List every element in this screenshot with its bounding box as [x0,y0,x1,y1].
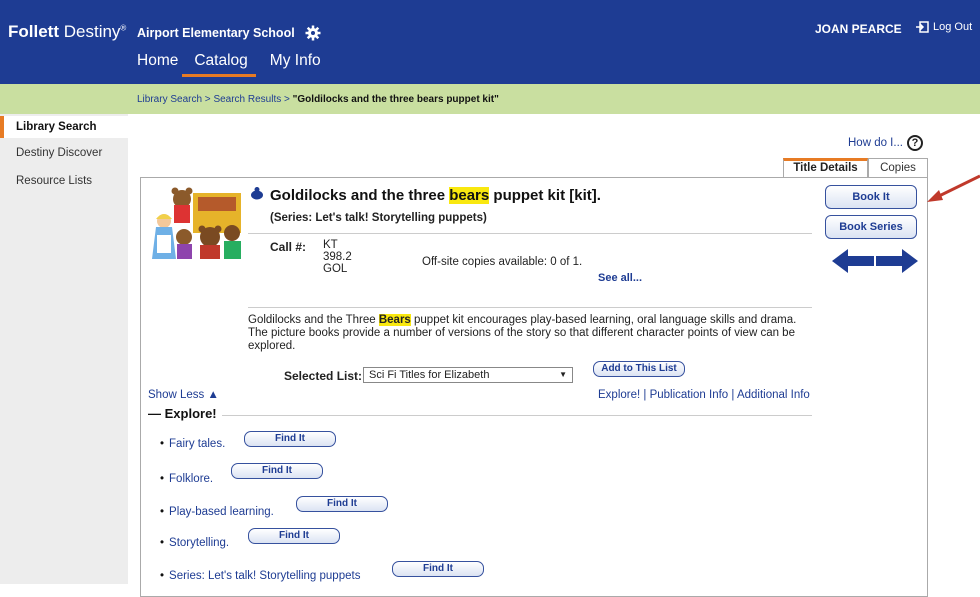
previous-record-arrow-icon[interactable] [832,249,874,273]
record-title: Goldilocks and the three bears puppet ki… [270,187,601,204]
help-icon: ? [906,135,923,151]
desc-text: Goldilocks and the Three [248,314,379,326]
help-link[interactable]: How do I... ? [848,135,923,151]
nav-my-info[interactable]: My Info [270,52,321,77]
selected-list-value: Sci Fi Titles for Elizabeth [369,369,490,381]
selected-list-dropdown[interactable]: Sci Fi Titles for Elizabeth ▼ [363,367,573,383]
follett-destiny-logo[interactable]: Follett Destiny® [8,22,126,42]
brand-bold: Follett [8,22,59,41]
record-links[interactable]: Explore! | Publication Info | Additional… [598,389,810,401]
explore-heading: — Explore! [148,406,217,421]
add-to-list-button[interactable]: Add to This List [593,361,685,377]
top-header: Follett Destiny® Airport Elementary Scho… [0,0,980,84]
call-number: KT 398.2 GOL [323,239,352,275]
title-text-end: puppet kit [kit]. [489,187,601,204]
breadcrumb-search-results[interactable]: Search Results [213,94,281,105]
sidebar: Library Search Destiny Discover Resource… [0,114,128,584]
annotation-arrow-icon [927,174,980,202]
nav-home[interactable]: Home [137,52,178,77]
explore-subject-link[interactable]: Storytelling. [169,537,229,549]
explore-item: • Fairy tales. [160,438,226,450]
find-it-button[interactable]: Find It [231,463,323,479]
record-series: (Series: Let's talk! Storytelling puppet… [270,212,487,224]
record-description: Goldilocks and the Three Bears puppet ki… [248,314,814,353]
logout-icon [916,21,929,33]
brand-mark: ® [120,23,127,33]
find-it-button[interactable]: Find It [392,561,484,577]
find-it-button[interactable]: Find It [244,431,336,447]
record-nav-arrows [832,249,918,273]
logout-label: Log Out [933,21,973,33]
divider [248,307,812,308]
see-all-link[interactable]: See all... [598,272,642,284]
main-nav: Home Catalog My Info [137,52,335,77]
explore-subject-link[interactable]: Series: Let's talk! Storytelling puppets [169,570,360,582]
find-it-button[interactable]: Find It [296,496,388,512]
breadcrumb-separator: > [281,94,293,105]
gear-icon[interactable] [305,25,321,41]
call-number-label: Call #: [270,240,307,254]
breadcrumb: Library Search > Search Results > "Goldi… [137,94,499,105]
sidebar-item-destiny-discover[interactable]: Destiny Discover [0,142,128,164]
logout-link[interactable]: Log Out [915,21,972,33]
sidebar-item-library-search[interactable]: Library Search [0,116,128,138]
explore-item: • Play-based learning. [160,506,274,518]
tab-copies[interactable]: Copies [868,158,928,177]
user-name[interactable]: JOAN PEARCE [815,22,902,36]
next-record-arrow-icon[interactable] [876,249,918,273]
offsite-availability: Off-site copies available: 0 of 1. [422,256,583,268]
breadcrumb-library-search[interactable]: Library Search [137,94,202,105]
explore-subject-link[interactable]: Play-based learning. [169,506,274,518]
school-name: Airport Elementary School [137,26,295,40]
kit-format-icon [251,187,263,200]
brand-light: Destiny [63,22,121,41]
breadcrumb-separator: > [202,94,214,105]
book-series-button[interactable]: Book Series [825,215,917,239]
title-highlight: bears [449,187,490,204]
find-it-button[interactable]: Find It [248,528,340,544]
desc-highlight: Bears [378,314,411,326]
explore-subject-link[interactable]: Fairy tales. [169,438,225,450]
help-label: How do I... [848,137,903,149]
explore-item: • Storytelling. [160,537,230,549]
explore-heading-text: Explore! [164,406,217,421]
breadcrumb-current: "Goldilocks and the three bears puppet k… [292,94,499,105]
show-less-link[interactable]: Show Less ▲ [148,389,219,401]
book-it-button[interactable]: Book It [825,185,917,209]
breadcrumb-bar: Library Search > Search Results > "Goldi… [0,84,980,114]
title-text: Goldilocks and the three [270,187,450,204]
divider [248,233,812,234]
selected-list-label: Selected List: [284,369,363,383]
puppet-kit-thumbnail[interactable] [148,185,243,260]
tab-title-details[interactable]: Title Details [783,158,868,177]
explore-item: • Series: Let's talk! Storytelling puppet… [160,570,361,582]
divider [222,415,812,416]
explore-subject-link[interactable]: Folklore. [169,473,213,485]
explore-item: • Folklore. [160,473,214,485]
nav-catalog[interactable]: Catalog [182,52,256,77]
sidebar-item-resource-lists[interactable]: Resource Lists [0,170,128,192]
dropdown-arrow-icon: ▼ [559,370,567,379]
